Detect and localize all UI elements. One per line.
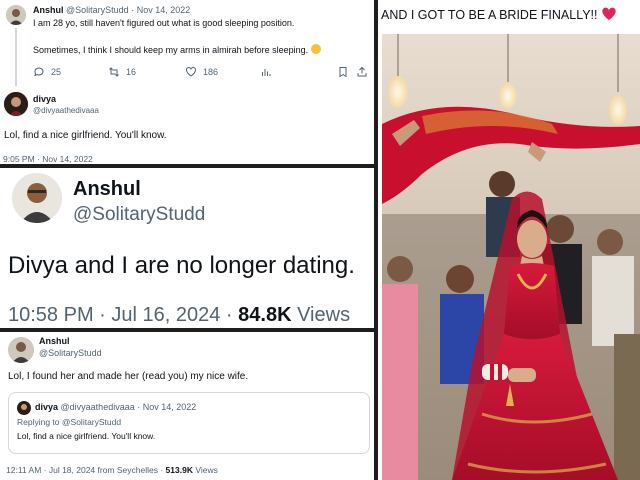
- tweet-text-line-2: Sometimes, I think I should keep my arms…: [33, 44, 322, 55]
- like-count: 186: [203, 67, 219, 77]
- avatar[interactable]: [4, 92, 28, 116]
- red-heart-icon: [602, 7, 616, 20]
- retweet-button[interactable]: 16: [108, 66, 136, 78]
- tweet-text: Divya and I are no longer dating.: [8, 252, 355, 279]
- upside-down-face-icon: [311, 44, 322, 54]
- share-icon: [357, 66, 367, 77]
- tweet-text: Lol, I found her and made her (read you)…: [8, 371, 249, 382]
- view-count: 84.8K: [238, 304, 292, 326]
- quote-tweet-panel: Anshul @SolitaryStudd Lol, I found her a…: [0, 332, 374, 480]
- tweet-meta: 12:11 AM · Jul 18, 2024 from Seychelles …: [6, 465, 218, 475]
- tweet-header: Anshul @SolitaryStudd · Nov 14, 2022: [33, 5, 191, 15]
- reply-button[interactable]: 25: [33, 66, 61, 78]
- bookmark-icon: [339, 67, 347, 78]
- avatar: [17, 401, 31, 415]
- quoted-author-name: divya: [35, 402, 59, 412]
- tweet-timestamp[interactable]: 10:58 PM · Jul 16, 2024 ·: [8, 304, 233, 326]
- author-name[interactable]: Anshul: [39, 336, 70, 346]
- bride-post-panel: AND I GOT TO BE A BRIDE FINALLY!!: [378, 0, 640, 480]
- tweet-text-line-1: I am 28 yo, still haven't figured out wh…: [33, 18, 295, 28]
- author-name[interactable]: Anshul: [73, 178, 141, 201]
- replying-to-handle[interactable]: @SolitaryStudd: [62, 417, 121, 427]
- author-name[interactable]: divya: [33, 94, 56, 104]
- tweet-meta: 10:58 PM · Jul 16, 2024 · 84.8K Views: [8, 304, 350, 327]
- view-count: 513.9K: [165, 465, 193, 475]
- post-caption: AND I GOT TO BE A BRIDE FINALLY!!: [381, 6, 617, 22]
- reply-icon: [34, 67, 44, 77]
- avatar[interactable]: [6, 5, 26, 25]
- bookmark-button[interactable]: [337, 66, 349, 78]
- avatar[interactable]: [8, 337, 34, 363]
- analytics-icon: [262, 69, 271, 76]
- tweet-timestamp[interactable]: 12:11 AM · Jul 18, 2024 from Seychelles …: [6, 465, 163, 475]
- retweet-icon: [109, 67, 119, 77]
- avatar[interactable]: [12, 173, 62, 223]
- like-button[interactable]: 186: [185, 66, 218, 78]
- share-button[interactable]: [356, 66, 368, 78]
- views-button[interactable]: [260, 66, 272, 78]
- replying-to: Replying to @SolitaryStudd: [17, 417, 122, 427]
- author-name[interactable]: Anshul: [33, 5, 64, 15]
- views-label: Views: [297, 304, 351, 326]
- reply-count: 25: [51, 67, 62, 77]
- quoted-tweet[interactable]: divya @divyaathedivaaa · Nov 14, 2022 Re…: [8, 392, 370, 454]
- quoted-tweet-text: Lol, find a nice girlfriend. You'll know…: [17, 431, 156, 441]
- heart-outline-icon: [186, 67, 196, 77]
- quoted-author-handle-date: @divyaathedivaaa · Nov 14, 2022: [60, 402, 197, 412]
- quoted-tweet-header: divya @divyaathedivaaa · Nov 14, 2022: [35, 402, 196, 412]
- author-handle[interactable]: @SolitaryStudd: [73, 204, 205, 226]
- reply-text: Lol, find a nice girlfriend. You'll know…: [4, 130, 167, 141]
- reply-timestamp[interactable]: 9:05 PM · Nov 14, 2022: [3, 154, 93, 164]
- author-handle[interactable]: @SolitaryStudd: [66, 5, 129, 15]
- tweet-thread-panel: Anshul @SolitaryStudd · Nov 14, 2022 I a…: [0, 0, 374, 164]
- views-label: Views: [195, 465, 218, 475]
- tweet-date[interactable]: Nov 14, 2022: [137, 5, 191, 15]
- author-handle[interactable]: @divyaathedivaaa: [33, 106, 99, 115]
- thread-line: [15, 28, 17, 86]
- retweet-count: 16: [126, 67, 137, 77]
- wedding-photo: [382, 34, 640, 480]
- large-tweet-panel: Anshul @SolitaryStudd Divya and I are no…: [0, 168, 374, 328]
- author-handle[interactable]: @SolitaryStudd: [39, 348, 102, 358]
